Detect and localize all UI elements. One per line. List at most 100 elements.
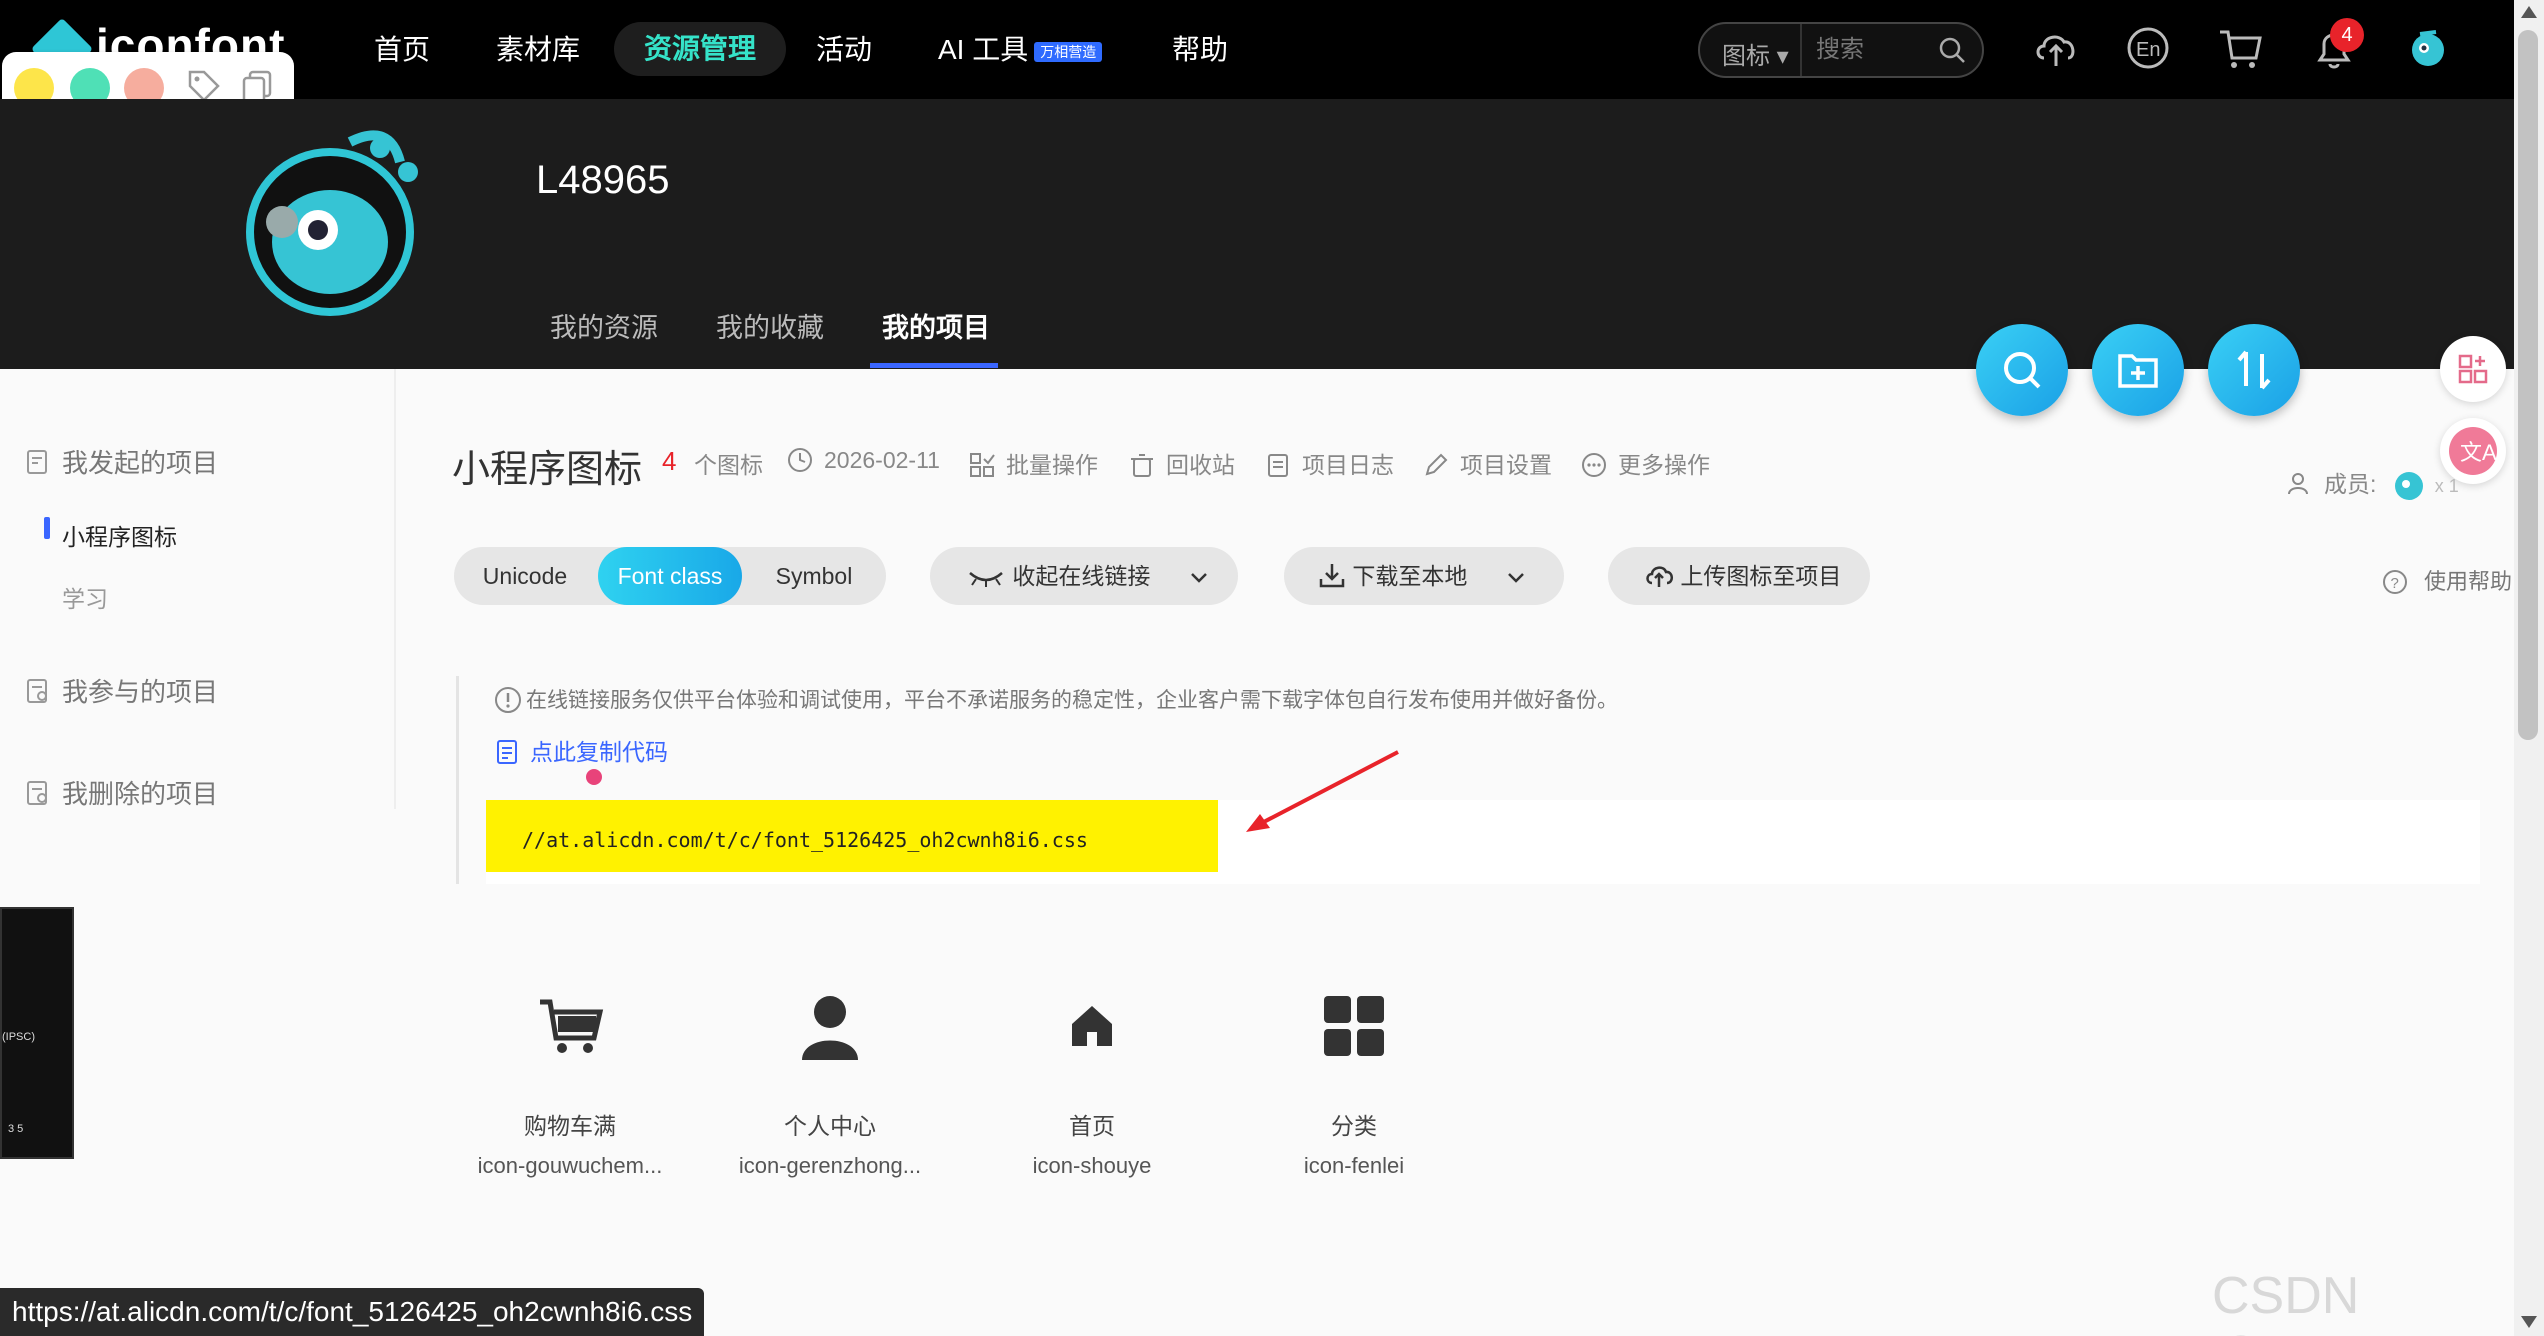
search-box: 图标 ▾ (1698, 22, 1984, 78)
project-log-button[interactable]: 项目日志 (1264, 446, 1394, 480)
chevron-down-icon (1190, 573, 1207, 583)
category-grid-icon (1324, 996, 1384, 1056)
download-icon (1319, 564, 1345, 588)
sort-fab[interactable] (2208, 324, 2300, 416)
tab-my-projects[interactable]: 我的项目 (882, 306, 990, 345)
user-icon (802, 996, 858, 1060)
copy-code-link[interactable]: 点此复制代码 (494, 733, 668, 767)
clock-icon (788, 448, 812, 472)
icon-name: 个人中心 (784, 1113, 876, 1139)
user-avatar[interactable] (2404, 24, 2452, 72)
project-settings-button[interactable]: 项目设置 (1422, 446, 1552, 480)
usage-help-link[interactable]: ? 使用帮助 (2382, 564, 2512, 596)
chevron-down-icon (1507, 573, 1524, 583)
status-bar-url: https://at.alicdn.com/t/c/font_5126425_o… (0, 1288, 705, 1336)
thumbnail-preview-window[interactable]: (IPSC) 3 5 (0, 907, 74, 1159)
home-icon (1072, 1006, 1112, 1046)
svg-text:?: ? (2391, 575, 2399, 592)
nav-home[interactable]: 首页 (374, 30, 430, 70)
upload-cloud-icon[interactable] (2032, 24, 2080, 72)
batch-icon (970, 453, 995, 477)
scrollbar-thumb[interactable] (2518, 30, 2538, 740)
code-type-tabs: Unicode Font class Symbol (454, 547, 886, 605)
icon-name: 分类 (1331, 1113, 1377, 1139)
trash-icon (1131, 454, 1153, 477)
scroll-up-arrow[interactable] (2521, 6, 2537, 18)
search-divider (1800, 24, 1802, 76)
icon-class: icon-fenlei (1303, 1153, 1405, 1178)
more-actions-button[interactable]: 更多操作 (1580, 446, 1710, 480)
icon-class: icon-shouye (1032, 1153, 1152, 1178)
recycle-bin-button[interactable]: 回收站 (1128, 446, 1235, 480)
icon-card-home[interactable]: 首页 icon-shouye (982, 990, 1202, 1200)
active-tab-indicator (870, 363, 998, 368)
member-avatar (2394, 472, 2423, 500)
tab-unicode[interactable]: Unicode (454, 547, 596, 605)
new-folder-fab[interactable] (2092, 324, 2184, 416)
project-sidebar (0, 369, 396, 809)
document-search-icon (27, 679, 47, 703)
app-grid-icon (2458, 354, 2488, 384)
icon-count: 4 (662, 446, 677, 476)
search-fab[interactable] (1976, 324, 2068, 416)
watermark: CSDN @L4754 (2212, 1267, 2409, 1336)
upload-icon-button[interactable]: 上传图标至项目 (1608, 547, 1870, 605)
icon-card-profile[interactable]: 个人中心 icon-gerenzhong... (720, 990, 940, 1200)
project-title: 小程序图标 (452, 449, 643, 491)
tab-font-class[interactable]: Font class (598, 547, 742, 605)
search-icon[interactable] (1938, 36, 1966, 64)
sidebar-joined-projects[interactable]: 我参与的项目 (24, 672, 218, 709)
question-icon: ? (2383, 570, 2407, 594)
more-icon (1582, 453, 1606, 477)
tab-symbol[interactable]: Symbol (742, 547, 886, 605)
pencil-icon (1425, 453, 1448, 476)
nav-ai-tools[interactable]: AI 工具 万相营造 (938, 30, 1103, 70)
top-navbar: iconfont 首页 素材库 资源管理 活动 AI 工具 万相营造 帮助 图标 … (0, 0, 2514, 99)
icon-count-label: 个图标 (694, 452, 763, 478)
language-en-icon[interactable]: En (2124, 24, 2172, 72)
font-css-url[interactable]: //at.alicdn.com/t/c/font_5126425_oh2cwnh… (486, 800, 1218, 872)
eye-closed-icon (969, 572, 1003, 587)
scroll-down-arrow[interactable] (2521, 1316, 2537, 1328)
app-grid-button[interactable] (2440, 336, 2506, 402)
icon-class: icon-gouwuchem... (477, 1153, 663, 1178)
svg-text:文A: 文A (2460, 440, 2497, 465)
sidebar-deleted-projects[interactable]: 我删除的项目 (24, 774, 218, 811)
log-icon (1268, 454, 1288, 477)
icon-name: 购物车满 (524, 1113, 616, 1139)
document-edit-icon (27, 450, 47, 474)
profile-username: L48965 (536, 158, 670, 202)
download-dropdown[interactable]: 下载至本地 (1284, 547, 1564, 605)
search-icon (2004, 352, 2041, 389)
svg-text:En: En (2136, 39, 2160, 61)
annotation-dot (586, 769, 602, 785)
red-arrow-annotation (1246, 750, 1399, 832)
folder-add-icon (2118, 354, 2158, 388)
preview-text: 3 5 (8, 1123, 24, 1135)
nav-resources[interactable]: 资源管理 (614, 22, 787, 76)
cart-full-icon (540, 999, 604, 1053)
nav-help[interactable]: 帮助 (1172, 30, 1228, 70)
project-members[interactable]: 成员: x 1 (2286, 464, 2459, 504)
nav-library[interactable]: 素材库 (496, 30, 580, 70)
icon-name: 首页 (1069, 1113, 1115, 1139)
search-input[interactable] (1816, 32, 1936, 68)
nav-activities[interactable]: 活动 (816, 30, 872, 70)
icon-class: icon-gerenzhong... (738, 1153, 922, 1178)
tab-my-resources[interactable]: 我的资源 (550, 306, 658, 345)
icon-card-category[interactable]: 分类 icon-fenlei (1244, 990, 1464, 1200)
sidebar-item-study[interactable]: 学习 (62, 580, 108, 614)
service-warning: 在线链接服务仅供平台体验和调试使用，平台不承诺服务的稳定性，企业客户需下载字体包… (494, 684, 1618, 714)
icon-card-cart[interactable]: 购物车满 icon-gouwuchem... (460, 990, 680, 1200)
preview-text: (IPSC) (2, 1031, 35, 1043)
project-date: 2026-02-11 (786, 446, 940, 474)
collapse-link-dropdown[interactable]: 收起在线链接 (930, 547, 1238, 605)
sidebar-item-miniprogram[interactable]: 小程序图标 (62, 518, 177, 552)
members-icon (2288, 473, 2308, 495)
tab-my-favorites[interactable]: 我的收藏 (716, 306, 824, 345)
sidebar-started-projects[interactable]: 我发起的项目 (24, 443, 218, 480)
copy-icon (497, 740, 517, 764)
cart-icon[interactable] (2216, 24, 2264, 72)
search-type-select[interactable]: 图标 ▾ (1722, 36, 1789, 71)
batch-operation-button[interactable]: 批量操作 (968, 446, 1098, 480)
